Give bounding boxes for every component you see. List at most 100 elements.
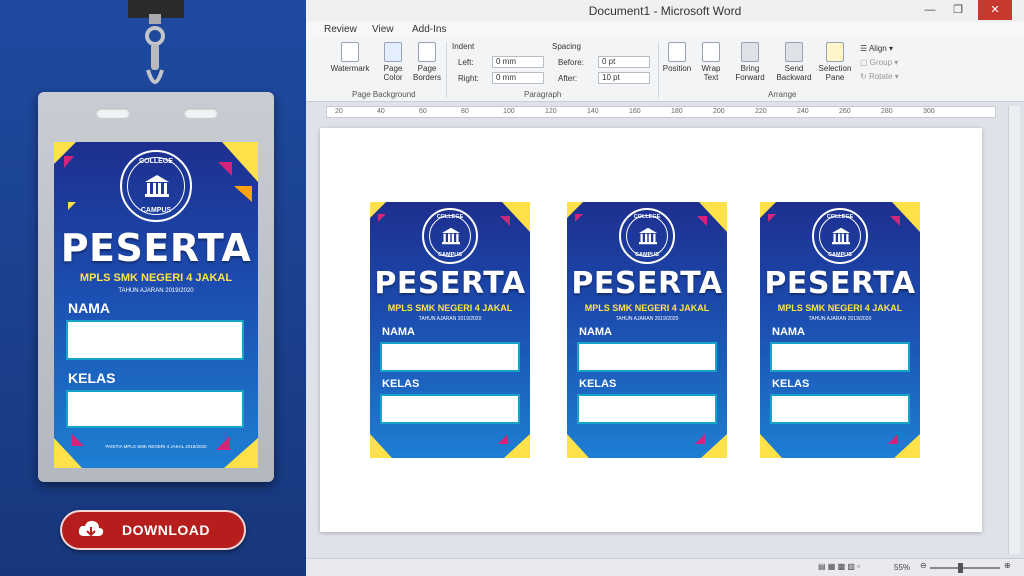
college-logo-icon: COLLEGE CAMPUS — [120, 150, 192, 222]
building-icon — [832, 227, 850, 245]
word-window: Document1 - Microsoft Word — ❐ ✕ Review … — [306, 0, 1024, 576]
maximize-button[interactable]: ❐ — [944, 0, 972, 20]
page-borders-button[interactable]: Page Borders — [410, 42, 444, 82]
align-button[interactable]: ☰ Align ▾ — [860, 44, 893, 53]
card-title: PESERTA — [374, 266, 526, 301]
card-subtitle: MPLS SMK NEGERI 4 JAKAL — [387, 303, 513, 313]
card-title: PESERTA — [571, 266, 723, 301]
selection-pane-button[interactable]: Selection Pane — [816, 42, 854, 82]
card-title: PESERTA — [764, 266, 916, 301]
card-subtitle: MPLS SMK NEGERI 4 JAKAL — [777, 303, 903, 313]
name-label: NAMA — [772, 326, 805, 338]
promo-id-card: COLLEGE CAMPUS PESERTA MPLS SMK NEGERI 4… — [54, 142, 258, 468]
building-icon — [442, 227, 460, 245]
spacing-label: Spacing — [552, 42, 581, 51]
logo-top-text: COLLEGE — [139, 158, 173, 165]
view-mode-icons[interactable]: ▤ ▦ ▩ ▨ ▫ — [818, 562, 860, 571]
college-logo-icon: COLLEGE CAMPUS — [619, 208, 675, 264]
card-subtitle: MPLS SMK NEGERI 4 JAKAL — [584, 303, 710, 313]
minimize-button[interactable]: — — [916, 0, 944, 20]
class-field[interactable] — [577, 394, 717, 424]
ribbon-tabs: Review View Add-Ins — [306, 22, 1024, 38]
name-field[interactable] — [380, 342, 520, 372]
spacing-after-label: After: — [558, 74, 578, 83]
spacing-after-input[interactable]: 10 pt — [598, 72, 650, 84]
class-label: KELAS — [772, 378, 810, 390]
zoom-level[interactable]: 55% — [894, 563, 910, 572]
zoom-in-icon[interactable]: ⊕ — [1004, 561, 1011, 570]
zoom-out-icon[interactable]: ⊖ — [920, 561, 927, 570]
card-year: TAHUN AJARAN 2019/2020 — [808, 316, 872, 322]
indent-right-input[interactable]: 0 mm — [492, 72, 544, 84]
send-backward-icon — [785, 42, 803, 62]
lanyard-clip-icon — [145, 14, 165, 84]
rotate-button[interactable]: ↻ Rotate ▾ — [860, 72, 899, 81]
class-label: KELAS — [68, 370, 116, 386]
logo-bottom-text: CAMPUS — [140, 207, 172, 214]
watermark-icon — [341, 42, 359, 62]
close-button[interactable]: ✕ — [978, 0, 1012, 20]
arrange-group-label: Arrange — [768, 90, 797, 99]
class-label: KELAS — [382, 378, 420, 390]
indent-label: Indent — [452, 42, 475, 51]
building-icon — [639, 227, 657, 245]
vertical-scrollbar[interactable] — [1008, 106, 1020, 554]
name-field[interactable] — [770, 342, 910, 372]
card-title: PESERTA — [60, 226, 252, 270]
zoom-slider[interactable] — [930, 567, 1000, 569]
tab-add-ins[interactable]: Add-Ins — [412, 24, 446, 35]
name-label: NAMA — [68, 300, 110, 316]
class-field[interactable] — [66, 390, 244, 428]
name-label: NAMA — [579, 326, 612, 338]
class-field[interactable] — [770, 394, 910, 424]
wrap-text-button[interactable]: Wrap Text — [694, 42, 728, 82]
page-borders-icon — [418, 42, 436, 62]
page-color-icon — [384, 42, 402, 62]
card-year: TAHUN AJARAN 2019/2020 — [118, 288, 194, 294]
card-subtitle: MPLS SMK NEGERI 4 JAKAL — [79, 272, 233, 284]
selection-pane-icon — [826, 42, 844, 62]
doc-id-card[interactable]: COLLEGE CAMPUS PESERTA MPLS SMK NEGERI 4… — [370, 202, 530, 458]
spacing-before-label: Before: — [558, 58, 584, 67]
position-button[interactable]: Position — [660, 42, 694, 73]
horizontal-ruler[interactable]: 20 40 60 80 100 120 140 160 180 200 220 … — [326, 106, 996, 118]
indent-left-label: Left: — [458, 58, 474, 67]
holder-slot — [184, 108, 218, 118]
download-button[interactable]: DOWNLOAD — [60, 510, 246, 550]
tab-review[interactable]: Review — [324, 24, 357, 35]
title-bar: Document1 - Microsoft Word — ❐ ✕ — [306, 0, 1024, 22]
send-backward-button[interactable]: Send Backward — [772, 42, 816, 82]
download-label: DOWNLOAD — [122, 522, 210, 538]
page-color-button[interactable]: Page Color — [376, 42, 410, 82]
paragraph-group-label: Paragraph — [524, 90, 562, 99]
college-logo-icon: COLLEGE CAMPUS — [812, 208, 868, 264]
bring-forward-icon — [741, 42, 759, 62]
indent-left-input[interactable]: 0 mm — [492, 56, 544, 68]
group-button[interactable]: ▢ Group ▾ — [860, 58, 898, 67]
ribbon: Watermark Page Color Page Borders Page B… — [306, 38, 1024, 102]
class-label: KELAS — [579, 378, 617, 390]
zoom-slider-knob[interactable] — [958, 563, 963, 573]
name-field[interactable] — [577, 342, 717, 372]
document-page[interactable]: COLLEGE CAMPUS PESERTA MPLS SMK NEGERI 4… — [320, 128, 982, 532]
holder-slot — [96, 108, 130, 118]
name-label: NAMA — [382, 326, 415, 338]
watermark-button[interactable]: Watermark — [330, 42, 370, 73]
cloud-download-icon — [78, 520, 104, 537]
doc-id-card[interactable]: COLLEGE CAMPUS PESERTA MPLS SMK NEGERI 4… — [760, 202, 920, 458]
college-logo-icon: COLLEGE CAMPUS — [422, 208, 478, 264]
wrap-text-icon — [702, 42, 720, 62]
name-field[interactable] — [66, 320, 244, 360]
card-year: TAHUN AJARAN 2019/2020 — [615, 316, 679, 322]
page-background-group-label: Page Background — [352, 90, 416, 99]
indent-right-label: Right: — [458, 74, 479, 83]
doc-id-card[interactable]: COLLEGE CAMPUS PESERTA MPLS SMK NEGERI 4… — [567, 202, 727, 458]
bring-forward-button[interactable]: Bring Forward — [730, 42, 770, 82]
tab-view[interactable]: View — [372, 24, 394, 35]
spacing-before-input[interactable]: 0 pt — [598, 56, 650, 68]
building-icon — [145, 175, 169, 197]
card-year: TAHUN AJARAN 2019/2020 — [418, 316, 482, 322]
position-icon — [668, 42, 686, 62]
card-footer: PANITIA MPLS SMK NEGERI 4 JAKAL 2019/202… — [105, 444, 207, 449]
class-field[interactable] — [380, 394, 520, 424]
